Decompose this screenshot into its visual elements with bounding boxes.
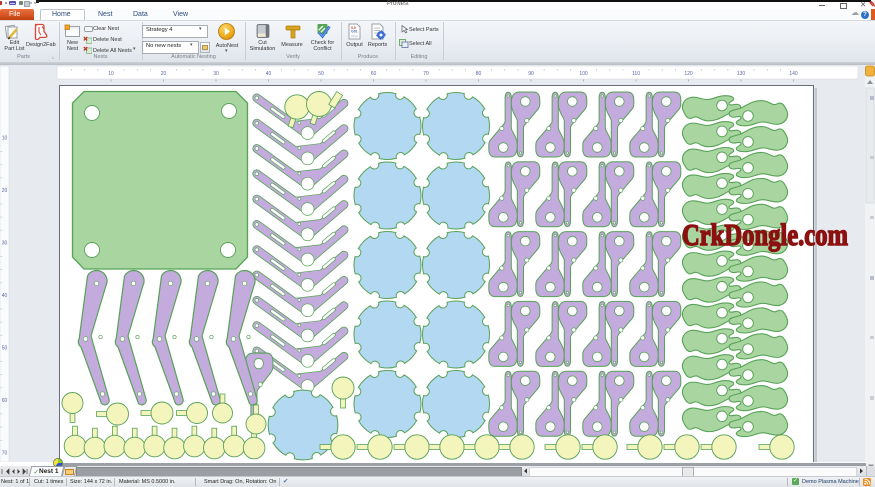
svg-text:20: 20 <box>2 188 8 194</box>
svg-text:30: 30 <box>213 71 219 77</box>
svg-text:140: 140 <box>789 71 798 77</box>
svg-text:120: 120 <box>684 71 693 77</box>
svg-text:70: 70 <box>423 71 429 77</box>
svg-text:30: 30 <box>2 241 8 247</box>
svg-text:70: 70 <box>2 451 8 457</box>
svg-text:130: 130 <box>737 71 746 77</box>
svg-text:10: 10 <box>2 136 8 142</box>
svg-text:60: 60 <box>2 398 8 404</box>
svg-text:40: 40 <box>2 293 8 299</box>
svg-text:50: 50 <box>318 71 324 77</box>
svg-text:40: 40 <box>266 71 272 77</box>
svg-text:CrkDongle.com: CrkDongle.com <box>682 217 848 252</box>
svg-text:90: 90 <box>528 71 534 77</box>
svg-text:20: 20 <box>161 71 167 77</box>
svg-text:G01: G01 <box>351 30 358 34</box>
svg-text:60: 60 <box>371 71 377 77</box>
svg-text:50: 50 <box>2 346 8 352</box>
svg-text:110: 110 <box>632 71 640 77</box>
svg-text:80: 80 <box>476 71 482 77</box>
svg-text:100: 100 <box>579 71 588 77</box>
svg-text:10: 10 <box>108 71 114 77</box>
